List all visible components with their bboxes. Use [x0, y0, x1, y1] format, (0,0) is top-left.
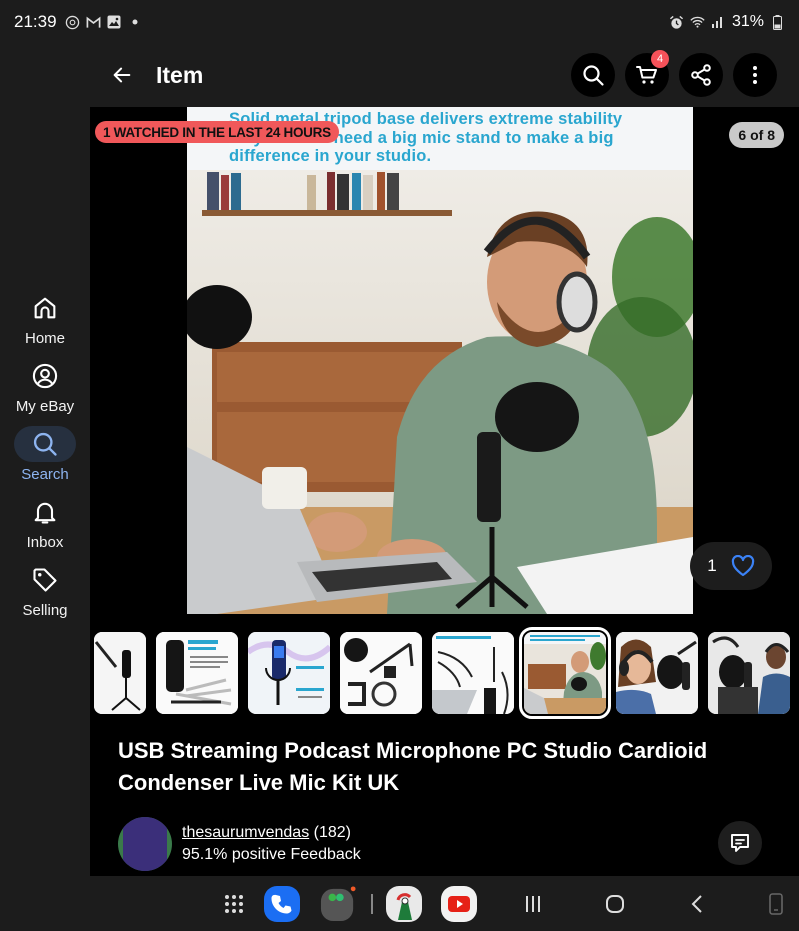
phone-outline-icon: [769, 893, 783, 915]
thumbnail-strip[interactable]: [90, 627, 799, 719]
device-button[interactable]: [758, 886, 794, 922]
nav-label: Search: [21, 466, 69, 483]
more-vertical-icon: [753, 66, 757, 84]
message-icon: [731, 834, 749, 852]
seller-feedback: 95.1% positive Feedback: [182, 846, 361, 863]
nav-label: Selling: [22, 602, 68, 619]
product-photo-illustration: [187, 170, 693, 614]
thumbnail-pop-filter-and-arm[interactable]: [340, 632, 422, 714]
thumbnail-usb-plug-and-play[interactable]: [432, 632, 514, 714]
thumbnail-man-podcasting[interactable]: [519, 627, 611, 719]
dot-icon: [128, 15, 143, 30]
alarm-icon: [669, 15, 684, 30]
home-button[interactable]: [597, 886, 633, 922]
gmail-icon: [86, 15, 101, 30]
app-header: Item 4: [90, 44, 799, 106]
nav-label: Inbox: [26, 534, 64, 551]
cart-count-badge: 4: [651, 50, 669, 68]
status-time: 21:39: [14, 12, 57, 31]
thumbnail-mic-blue-light[interactable]: [248, 632, 330, 714]
share-button[interactable]: [679, 53, 723, 97]
nav-rail: Home My eBay Search Inbox Selling: [0, 290, 90, 630]
thumbnail-woman-with-headphones[interactable]: [616, 632, 698, 714]
seller-name-link[interactable]: thesaurumvendas: [182, 824, 309, 841]
seller-info: thesaurumvendas (182) 95.1% positive Fee…: [118, 817, 361, 871]
home-icon: [34, 297, 56, 319]
thumbnail-mic-on-tripod[interactable]: [94, 632, 146, 714]
phone-app-icon: [264, 886, 300, 922]
thumbnail-product-specifications[interactable]: [156, 632, 238, 714]
bird-app-icon: [386, 886, 422, 922]
signal-icon: [711, 15, 726, 30]
back-button[interactable]: [100, 53, 144, 97]
recents-icon: [526, 896, 540, 912]
chevron-left-icon: [691, 895, 702, 913]
more-options-button[interactable]: [733, 53, 777, 97]
nav-label: Home: [24, 330, 65, 347]
watch-button[interactable]: 1: [690, 542, 772, 590]
seller-avatar[interactable]: [118, 817, 172, 871]
gallery-icon: [107, 15, 122, 30]
heart-icon: [731, 555, 754, 577]
app-drawer-button[interactable]: [216, 886, 252, 922]
cart-button[interactable]: 4: [625, 50, 669, 97]
nav-item-my-ebay[interactable]: My eBay: [0, 358, 90, 426]
recent-apps-button[interactable]: [515, 886, 551, 922]
screen: 21:39 31% Item 4 Home My eBay Search Inb…: [0, 0, 799, 931]
taskbar-divider: [371, 894, 373, 914]
item-content: Solid metal tripod base delivers extreme…: [90, 107, 799, 876]
nav-item-search[interactable]: Search: [0, 426, 90, 494]
page-title: Item: [156, 61, 204, 88]
status-bar: 21:39 31%: [0, 0, 799, 44]
banner-line: difference in your studio.: [229, 147, 432, 165]
bell-icon: [34, 502, 56, 524]
listing-title: USB Streaming Podcast Microphone PC Stud…: [118, 738, 708, 795]
contact-seller-button[interactable]: [718, 821, 762, 865]
youtube-app[interactable]: [441, 886, 477, 922]
search-button[interactable]: [571, 53, 615, 97]
thumbnail-man-singing[interactable]: [708, 632, 790, 714]
arrow-left-icon: [113, 67, 131, 83]
search-icon: [33, 432, 57, 456]
badge-icon: [65, 15, 80, 30]
youtube-icon: [441, 886, 477, 922]
nav-item-inbox[interactable]: Inbox: [0, 494, 90, 562]
grid-icon: [225, 895, 243, 913]
share-icon: [691, 64, 711, 86]
image-gallery[interactable]: Solid metal tripod base delivers extreme…: [90, 107, 799, 617]
wifi-icon: [690, 15, 705, 30]
nav-item-home[interactable]: Home: [0, 290, 90, 358]
image-counter: 6 of 8: [729, 122, 784, 148]
product-image[interactable]: Solid metal tripod base delivers extreme…: [187, 107, 693, 614]
app-pair-icon: [320, 886, 356, 922]
battery-icon: [770, 14, 785, 30]
system-back-button[interactable]: [680, 886, 716, 922]
battery-percent: 31%: [731, 13, 764, 30]
watched-badge: 1 WATCHED IN THE LAST 24 HOURS: [95, 121, 339, 143]
search-icon: [583, 65, 604, 86]
profile-icon: [32, 363, 58, 389]
bird-app[interactable]: [386, 886, 422, 922]
watch-count: 1: [707, 556, 717, 575]
phone-app[interactable]: [264, 886, 300, 922]
home-circle-icon: [606, 895, 624, 913]
nav-item-selling[interactable]: Selling: [0, 562, 90, 630]
nav-label: My eBay: [15, 398, 75, 415]
seller-score: (182): [313, 824, 351, 841]
tag-icon: [33, 568, 57, 592]
system-taskbar: [0, 876, 799, 931]
app-pair-icon-button[interactable]: [320, 886, 356, 922]
